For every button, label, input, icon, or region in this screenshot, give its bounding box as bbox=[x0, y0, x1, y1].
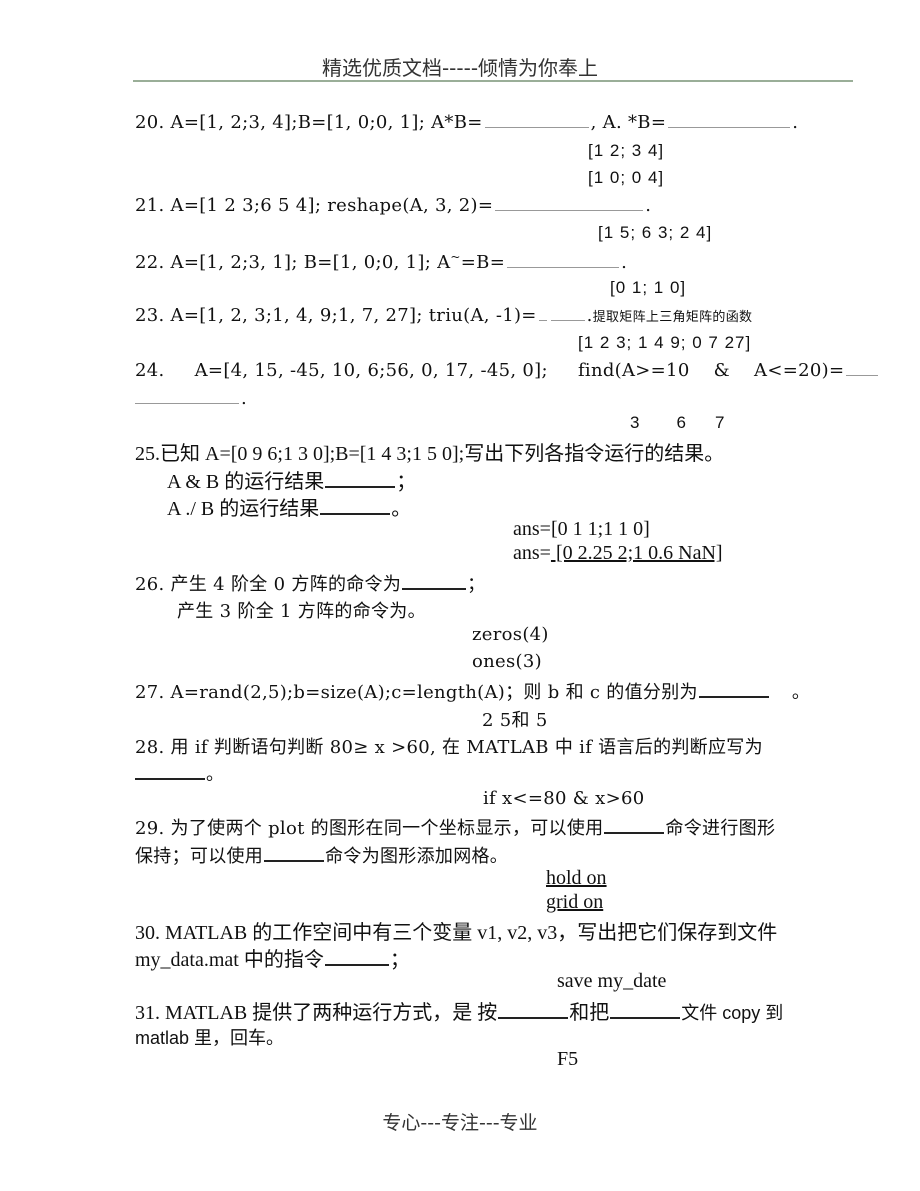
question-30-line2: my_data.mat 中的指令； bbox=[135, 949, 410, 971]
question-31-line2: matlab 里，回车。 bbox=[135, 1028, 285, 1048]
page-header: 精选优质文档-----倾情为你奉上 bbox=[321, 56, 599, 80]
question-28-line2: 。 bbox=[135, 760, 224, 786]
question-29: 29. 为了使两个 plot 的图形在同一个坐标显示，可以使用 命令进行图形 bbox=[135, 818, 776, 839]
answer-20-2: [1 0; 0 4] bbox=[588, 168, 665, 187]
question-31: 31. MATLAB 提供了两种运行方式，是 按和把 文件 copy 到 bbox=[135, 1002, 784, 1024]
answer-22: [0 1; 1 0] bbox=[610, 278, 687, 297]
answer-blank bbox=[324, 963, 389, 966]
question-28: 28. 用 if 判断语句判断 80≥ x >60, 在 MATLAB 中 if… bbox=[135, 737, 763, 758]
answer-blank bbox=[320, 512, 391, 515]
answer-31: F5 bbox=[557, 1048, 579, 1070]
question-24: 24. A=[4, 15, -45, 10, 6;56, 0, 17, -45,… bbox=[135, 360, 880, 381]
answer-blank bbox=[325, 485, 396, 488]
answer-20-1: [1 2; 3 4] bbox=[588, 141, 665, 160]
answer-blank bbox=[846, 374, 879, 376]
header-divider bbox=[133, 80, 853, 82]
answer-blank bbox=[507, 266, 620, 268]
answer-blank bbox=[135, 777, 205, 780]
answer-blank bbox=[135, 402, 239, 404]
answer-blank bbox=[668, 126, 791, 128]
answer-blank bbox=[402, 587, 467, 590]
answer-24: 367 bbox=[630, 413, 726, 432]
answer-28: if x<=80 & x>60 bbox=[483, 788, 645, 809]
answer-blank bbox=[538, 319, 547, 321]
question-25-line1: A & B 的运行结果； bbox=[167, 471, 417, 493]
question-24-cont: . bbox=[135, 388, 247, 409]
question-23-note: 提取矩阵上三角矩阵的函数 bbox=[592, 310, 753, 325]
question-26: 26. 产生 4 阶全 0 方阵的命令为； bbox=[135, 574, 486, 595]
document-page: 精选优质文档-----倾情为你奉上 20. A=[1, 2;3, 4];B=[1… bbox=[0, 0, 920, 1191]
answer-blank bbox=[610, 1016, 681, 1019]
answer-blank bbox=[698, 695, 769, 698]
answer-blank bbox=[264, 859, 325, 862]
question-20-text: 20. A=[1, 2;3, 4];B=[1, 0;0, 1]; A*B= bbox=[135, 112, 483, 133]
answer-blank bbox=[495, 209, 644, 211]
question-22: 22. A=[1, 2;3, 1]; B=[1, 0;0, 1]; A~=B=. bbox=[135, 250, 628, 273]
question-21: 21. A=[1 2 3;6 5 4]; reshape(A, 3, 2)=. bbox=[135, 195, 652, 216]
question-20: 20. A=[1, 2;3, 4];B=[1, 0;0, 1]; A*B=, A… bbox=[135, 112, 799, 133]
answer-25-1: ans=[0 1 1;1 1 0] bbox=[513, 518, 650, 540]
answer-blank bbox=[498, 1016, 569, 1019]
answer-27: 2 5和 5 bbox=[482, 710, 548, 731]
answer-21: [1 5; 6 3; 2 4] bbox=[598, 223, 713, 242]
answer-23: [1 2 3; 1 4 9; 0 7 27] bbox=[578, 333, 752, 352]
question-25: 25.已知 A=[0 9 6;1 3 0];B=[1 4 3;1 5 0];写出… bbox=[135, 443, 725, 465]
question-29-line2: 保持；可以使用 命令为图形添加网格。 bbox=[135, 846, 509, 867]
question-26-line2: 产生 3 阶全 1 方阵的命令为。 bbox=[177, 601, 426, 622]
answer-29-2: grid on bbox=[546, 891, 604, 913]
answer-26-1: zeros(4) bbox=[472, 624, 549, 645]
question-30: 30. MATLAB 的工作空间中有三个变量 v1, v2, v3，写出把它们保… bbox=[135, 922, 778, 944]
answer-30: save my_date bbox=[557, 970, 667, 992]
answer-blank bbox=[484, 126, 589, 128]
answer-blank bbox=[604, 831, 665, 834]
answer-25-2: ans= [0 2.25 2;1 0.6 NaN] bbox=[513, 542, 723, 564]
answer-26-2: ones(3) bbox=[472, 651, 542, 672]
answer-blank bbox=[550, 319, 585, 321]
page-footer: 专心---专注---专业 bbox=[382, 1112, 538, 1134]
question-25-line2: A ./ B 的运行结果。 bbox=[167, 498, 412, 520]
answer-29-1: hold on bbox=[546, 867, 607, 889]
question-23: 23. A=[1, 2, 3;1, 4, 9;1, 7, 27]; triu(A… bbox=[135, 305, 753, 326]
question-27: 27. A=rand(2,5);b=size(A);c=length(A)；则 … bbox=[135, 682, 811, 703]
